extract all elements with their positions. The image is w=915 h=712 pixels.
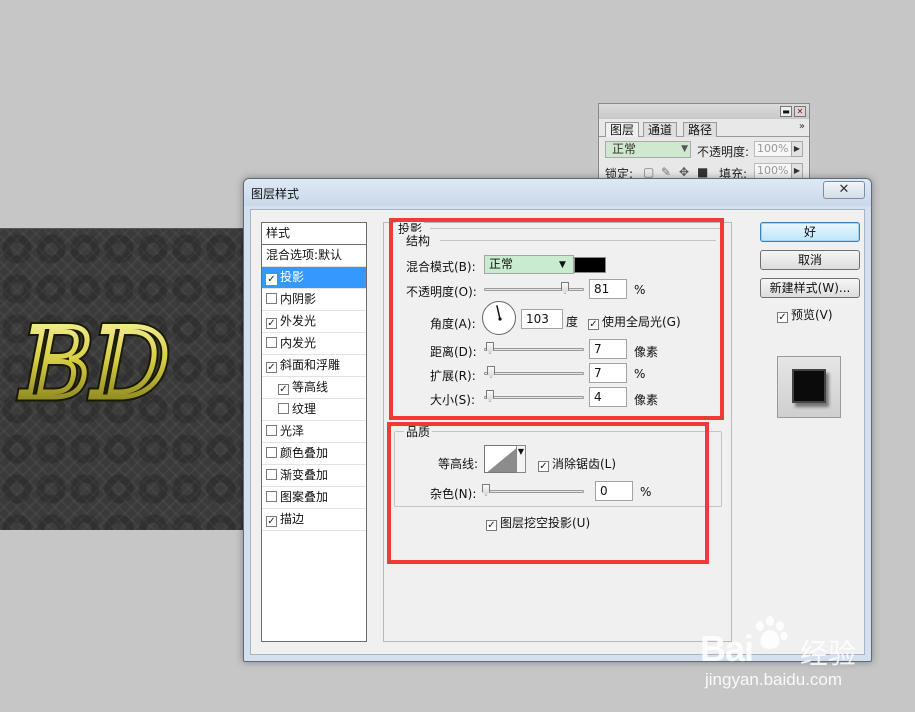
dialog-titlebar[interactable]: 图层样式 ✕ — [244, 179, 871, 206]
lock-all-icon[interactable]: ■ — [697, 165, 708, 179]
gold-text-artwork: BD BD — [16, 304, 175, 425]
style-list-item-label: 等高线 — [292, 380, 329, 394]
style-list-item[interactable]: 内发光 — [262, 333, 366, 355]
checkbox-icon[interactable] — [266, 425, 277, 436]
layers-opacity-field[interactable]: 100% — [754, 141, 792, 157]
style-list-item[interactable]: 混合选项:默认 — [262, 245, 366, 267]
chevron-right-icon[interactable]: ▶ — [791, 163, 803, 179]
preview-label: 预览(V) — [791, 308, 833, 322]
checkbox-icon[interactable] — [278, 403, 289, 414]
checkbox-icon[interactable]: ✓ — [266, 318, 277, 329]
panel-menu-icon[interactable]: » — [799, 121, 805, 132]
style-list-item-label: 内阴影 — [280, 292, 317, 306]
layers-blend-mode-value: 正常 — [612, 142, 637, 156]
cancel-button[interactable]: 取消 — [760, 250, 860, 270]
tab-paths[interactable]: 路径 — [683, 122, 718, 137]
style-list-item-label: 描边 — [280, 512, 305, 526]
close-icon: ✕ — [838, 182, 850, 197]
ok-button[interactable]: 好 — [760, 222, 860, 242]
styles-list-header: 样式 — [262, 223, 366, 245]
tab-channels[interactable]: 通道 — [643, 122, 678, 137]
style-list-item-label: 渐变叠加 — [280, 468, 329, 482]
style-list-item-label: 斜面和浮雕 — [280, 358, 341, 372]
lock-move-icon[interactable]: ✥ — [679, 165, 689, 179]
layers-panel-tabs: 图层 通道 路径 » — [599, 119, 809, 137]
style-list-item[interactable]: 光泽 — [262, 421, 366, 443]
dialog-title: 图层样式 — [251, 187, 300, 201]
layers-opacity-label: 不透明度: — [697, 145, 750, 159]
checkbox-icon[interactable]: ✓ — [777, 312, 788, 323]
styles-list-items: 混合选项:默认 ✓ 投影 内阴影 ✓ 外发光 内发光 ✓ 斜面和浮雕 ✓ 等高线 纹理 光泽 颜色叠加 渐变… — [262, 245, 366, 531]
style-list-item-label: 内发光 — [280, 336, 317, 350]
checkbox-icon[interactable]: ✓ — [266, 516, 277, 527]
checkbox-icon[interactable]: ✓ — [266, 362, 277, 373]
style-list-item[interactable]: ✓ 等高线 — [262, 377, 366, 399]
checkbox-icon[interactable] — [266, 491, 277, 502]
lock-transparency-icon[interactable]: ▢ — [643, 165, 654, 179]
style-list-item[interactable]: 颜色叠加 — [262, 443, 366, 465]
watermark-brand-cn: 经验 — [800, 637, 857, 670]
layers-blend-mode-select[interactable]: 正常 ▼ — [605, 141, 691, 158]
annotation-structure-box — [389, 218, 724, 420]
canvas-text: BD — [20, 308, 170, 420]
annotation-quality-box — [387, 422, 709, 564]
style-list-item-label: 投影 — [280, 270, 305, 284]
watermark-url: jingyan.baidu.com — [705, 670, 843, 689]
close-icon[interactable]: ✕ — [794, 106, 806, 117]
checkbox-icon[interactable] — [266, 337, 277, 348]
style-list-item-label: 光泽 — [280, 424, 305, 438]
watermark-brand: Bai — [700, 628, 754, 669]
style-list-item-label: 纹理 — [292, 402, 317, 416]
checkbox-icon[interactable] — [266, 469, 277, 480]
style-list-item[interactable]: ✓ 描边 — [262, 509, 366, 531]
checkbox-icon[interactable]: ✓ — [266, 274, 277, 285]
tab-layers[interactable]: 图层 — [605, 122, 640, 137]
baidu-jingyan-watermark: Bai 经验 jingyan.baidu.com — [700, 610, 900, 700]
layers-fill-field[interactable]: 100% — [754, 163, 792, 179]
close-button[interactable]: ✕ — [823, 181, 865, 199]
style-list-item[interactable]: ✓ 外发光 — [262, 311, 366, 333]
checkbox-icon[interactable] — [266, 447, 277, 458]
preview-checkbox[interactable]: ✓ 预览(V) — [777, 306, 833, 323]
checkbox-icon[interactable]: ✓ — [278, 384, 289, 395]
style-list-item-label: 颜色叠加 — [280, 446, 329, 460]
checkbox-icon[interactable] — [266, 293, 277, 304]
canvas-document: BD BD — [0, 228, 250, 530]
layers-panel-titlebar: ▬ ✕ — [599, 104, 809, 119]
minimize-icon[interactable]: ▬ — [780, 106, 792, 117]
style-list-item-label: 外发光 — [280, 314, 317, 328]
style-list-item-label: 图案叠加 — [280, 490, 329, 504]
style-list-item[interactable]: 内阴影 — [262, 289, 366, 311]
layers-blend-row: 正常 ▼ 不透明度: 100% ▶ — [599, 137, 809, 159]
style-list-item-label: 混合选项:默认 — [266, 248, 343, 262]
style-list-item[interactable]: 纹理 — [262, 399, 366, 421]
lock-paint-icon[interactable]: ✎ — [661, 165, 671, 179]
new-style-button[interactable]: 新建样式(W)... — [760, 278, 860, 298]
chevron-down-icon: ▼ — [681, 144, 688, 154]
style-list-item[interactable]: 渐变叠加 — [262, 465, 366, 487]
style-preview — [777, 356, 841, 418]
baidu-paw-icon — [756, 616, 788, 649]
chevron-right-icon[interactable]: ▶ — [791, 141, 803, 157]
style-preview-swatch — [792, 369, 826, 403]
style-list-item[interactable]: ✓ 投影 — [262, 267, 366, 289]
styles-list: 样式 混合选项:默认 ✓ 投影 内阴影 ✓ 外发光 内发光 ✓ 斜面和浮雕 ✓ 等高线 纹理 光泽 颜色叠… — [261, 222, 367, 642]
style-list-item[interactable]: ✓ 斜面和浮雕 — [262, 355, 366, 377]
style-list-item[interactable]: 图案叠加 — [262, 487, 366, 509]
